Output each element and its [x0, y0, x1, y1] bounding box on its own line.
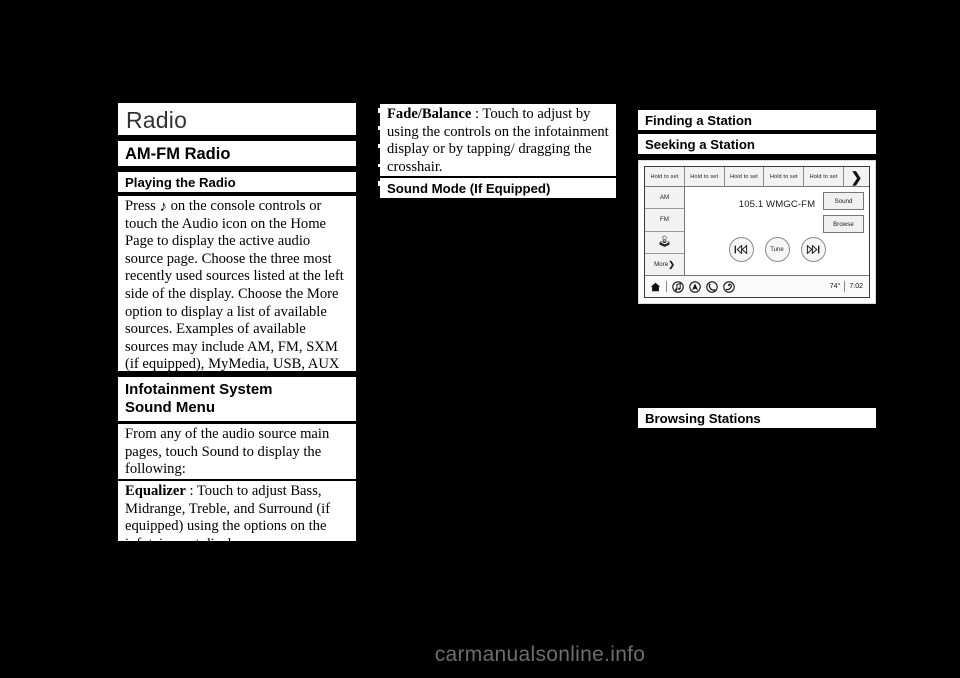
status-divider: [844, 281, 846, 292]
browse-button[interactable]: Browse: [823, 215, 864, 233]
audio-note-icon[interactable]: [670, 279, 685, 294]
preset-row: Hold to set Hold to set Hold to set Hold…: [645, 167, 869, 187]
source-item-bluetooth[interactable]: 🕹: [645, 232, 684, 254]
source-item-more[interactable]: More ❯: [645, 254, 684, 275]
status-bar-icons: [648, 279, 736, 294]
status-divider: [666, 281, 667, 292]
heading-finding-a-station: Finding a Station: [638, 110, 876, 130]
status-bar-right: 74° 7:02: [830, 281, 866, 292]
equalizer-term: Equalizer: [125, 483, 186, 499]
source-item-am[interactable]: AM: [645, 187, 684, 210]
heading-infotainment-sound-menu: Infotainment System Sound Menu: [118, 377, 356, 421]
main-area: AM FM 🕹 More ❯ 105.1 WMGC-FM Tune Sound …: [645, 187, 869, 275]
seek-next-button[interactable]: [800, 237, 826, 262]
now-playing-area: 105.1 WMGC-FM Tune Sound Browse: [685, 187, 869, 275]
source-list: AM FM 🕹 More ❯: [645, 187, 685, 275]
playing-paragraph-rest: on the console controls or touch the Aud…: [125, 198, 344, 390]
preset-button-1[interactable]: Hold to set: [645, 167, 685, 186]
equalizer-separator: :: [185, 483, 197, 499]
heading-seeking-a-station: Seeking a Station: [638, 134, 876, 154]
heading-browsing-stations: Browsing Stations: [638, 408, 876, 428]
preset-button-4[interactable]: Hold to set: [764, 167, 805, 186]
chapter-title: Radio: [118, 103, 356, 135]
clock-readout: 7:02: [849, 283, 863, 290]
status-bar: 74° 7:02: [645, 275, 869, 297]
bluetooth-icon: 🕹: [657, 235, 672, 248]
chevron-right-icon[interactable]: ❯: [844, 167, 869, 186]
chevron-right-icon: ❯: [668, 259, 675, 269]
infotainment-display: Hold to set Hold to set Hold to set Hold…: [644, 166, 870, 298]
home-icon[interactable]: [648, 279, 663, 294]
fade-balance-term: Fade/Balance: [387, 106, 472, 122]
sound-menu-intro-paragraph: From any of the audio source main pages,…: [118, 424, 356, 479]
preset-button-2[interactable]: Hold to set: [685, 167, 725, 186]
fade-balance-definition: Fade/Balance : Touch to adjust by using …: [380, 104, 616, 176]
tune-button-label: Tune: [770, 246, 784, 253]
skip-previous-icon: [734, 245, 748, 254]
skip-next-icon: [806, 245, 820, 254]
subsection-title-playing-the-radio: Playing the Radio: [118, 172, 356, 192]
manual-page: Radio AM-FM Radio Playing the Radio Pres…: [0, 0, 960, 678]
infotainment-screen-figure: Hold to set Hold to set Hold to set Hold…: [638, 160, 876, 304]
source-item-more-label: More: [654, 260, 669, 268]
equalizer-definition: Equalizer : Touch to adjust Bass, Midran…: [118, 481, 356, 552]
source-item-fm[interactable]: FM: [645, 209, 684, 232]
section-title-am-fm-radio: AM-FM Radio: [118, 141, 356, 166]
temperature-readout: 74°: [829, 283, 841, 290]
seek-previous-button[interactable]: [728, 237, 754, 262]
playing-the-radio-paragraph: Press ♪ on the console controls or touch…: [118, 196, 356, 390]
phone-icon[interactable]: [704, 279, 719, 294]
playing-paragraph-lead: Press: [125, 198, 156, 214]
fade-balance-separator: :: [471, 106, 483, 122]
navigation-arrow-icon[interactable]: [687, 279, 702, 294]
transport-controls: Tune: [685, 237, 869, 262]
right-button-group: Sound Browse: [823, 192, 864, 233]
sound-button[interactable]: Sound: [823, 192, 864, 210]
music-note-icon: ♪: [159, 199, 167, 215]
heading-sound-mode: Sound Mode (If Equipped): [380, 178, 616, 198]
heading-line-1: Infotainment System: [125, 381, 273, 398]
site-watermark: carmanualsonline.info: [434, 643, 646, 666]
preset-button-3[interactable]: Hold to set: [725, 167, 765, 186]
tune-button[interactable]: Tune: [764, 237, 790, 262]
preset-button-5[interactable]: Hold to set: [804, 167, 844, 186]
heading-line-2: Sound Menu: [125, 399, 215, 416]
settings-icon[interactable]: [721, 279, 736, 294]
